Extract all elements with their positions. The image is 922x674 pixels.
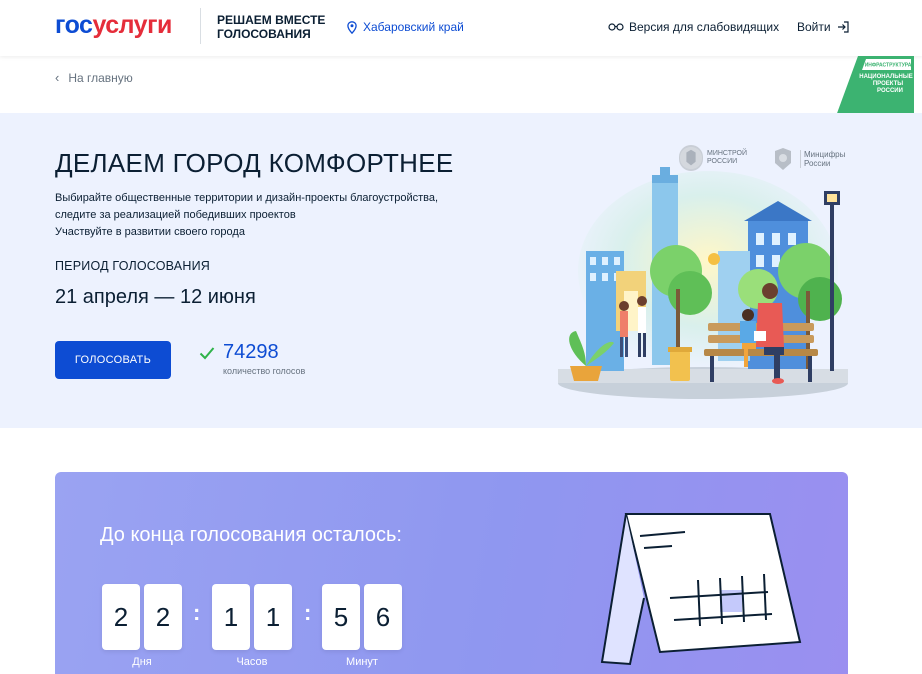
login-label: Войти xyxy=(797,20,831,34)
hero-title: ДЕЛАЕМ ГОРОД КОМФОРТНЕЕ xyxy=(55,148,454,178)
days-digit-2: 2 xyxy=(144,584,182,650)
accessibility-link[interactable]: Версия для слабовидящих xyxy=(608,20,779,34)
minutes-digit-1: 5 xyxy=(322,584,360,650)
badge-line3: ПРОЕКТЫ xyxy=(873,81,903,87)
login-arrow-icon xyxy=(837,21,849,33)
countdown-card: До конца голосования осталось: 2 2 : 1 1… xyxy=(55,472,848,674)
minstroy-line1: МИНСТРОЙ xyxy=(707,150,748,157)
region-label: Хабаровский край xyxy=(363,20,464,34)
glasses-icon xyxy=(608,23,624,31)
check-icon xyxy=(199,347,215,360)
project-title[interactable]: РЕШАЕМ ВМЕСТЕ ГОЛОСОВАНИЯ xyxy=(217,13,337,41)
countdown-title: До конца голосования осталось: xyxy=(100,524,402,546)
vote-count-label: количество голосов xyxy=(223,366,306,376)
breadcrumb-home-link[interactable]: На главную xyxy=(68,71,132,85)
vote-count: 74298 xyxy=(223,341,279,363)
period-dates: 21 апреля — 12 июня xyxy=(55,286,256,308)
hero-description: Выбирайте общественные территории и диза… xyxy=(55,190,475,241)
minutes-digit-2: 6 xyxy=(364,584,402,650)
hero-desc-line2: следите за реализацией победивших проект… xyxy=(55,209,296,221)
region-selector[interactable]: Хабаровский край xyxy=(347,20,464,34)
hours-label: Часов xyxy=(236,656,268,668)
site-header: госуслуги РЕШАЕМ ВМЕСТЕ ГОЛОСОВАНИЯ Хаба… xyxy=(0,0,922,56)
period-label: ПЕРИОД ГОЛОСОВАНИЯ xyxy=(55,259,210,273)
hours-digit-2: 1 xyxy=(254,584,292,650)
hero-desc-line1: Выбирайте общественные территории и диза… xyxy=(55,192,439,204)
separator-colon: : xyxy=(304,600,312,625)
badge-line2: НАЦИОНАЛЬНЫЕ xyxy=(859,74,913,80)
location-pin-icon xyxy=(347,20,357,34)
mintsifry-line1: Минцифры xyxy=(804,150,846,159)
chevron-left-icon: ‹ xyxy=(55,70,60,85)
breadcrumb[interactable]: ‹ На главную xyxy=(55,70,133,85)
accessibility-label: Версия для слабовидящих xyxy=(629,20,780,34)
logo-part-gos: гос xyxy=(55,11,93,39)
hero-desc-line3: Участвуйте в развитии своего города xyxy=(55,226,245,238)
logo-divider xyxy=(200,8,201,44)
gosuslugi-logo[interactable]: госуслуги xyxy=(55,11,172,40)
national-projects-badge[interactable]: ИНФРАСТРУКТУРА НАЦИОНАЛЬНЫЕ ПРОЕКТЫ РОСС… xyxy=(836,56,914,116)
login-button[interactable]: Войти xyxy=(797,20,849,34)
days-digit-1: 2 xyxy=(102,584,140,650)
vote-button[interactable]: ГОЛОСОВАТЬ xyxy=(55,341,171,379)
days-label: Дня xyxy=(132,656,152,668)
hours-digit-1: 1 xyxy=(212,584,250,650)
minutes-label: Минут xyxy=(346,656,378,668)
badge-line4: РОССИИ xyxy=(877,88,903,94)
badge-line1: ИНФРАСТРУКТУРА xyxy=(865,63,912,69)
city-park-illustration xyxy=(558,167,848,399)
hero-section: ДЕЛАЕМ ГОРОД КОМФОРТНЕЕ Выбирайте общест… xyxy=(0,113,922,428)
separator-colon: : xyxy=(193,600,201,625)
logo-part-uslugi: услуги xyxy=(92,11,172,39)
desk-calendar-icon xyxy=(600,513,802,666)
